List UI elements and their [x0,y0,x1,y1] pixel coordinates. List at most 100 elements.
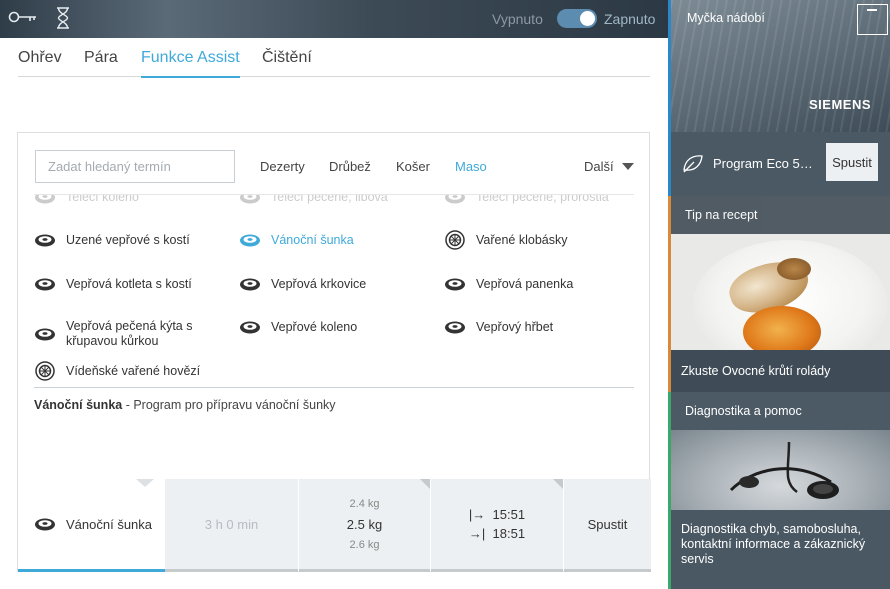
program-settings-bar: Vánoční šunka 3 h 0 min 2.4 kg 2.5 kg 2.… [18,479,651,572]
top-bar: Vypnuto Zapnuto [0,0,668,38]
program-label: Telecí koleno [66,195,139,204]
key-icon[interactable] [8,8,38,28]
weight-value: 2.5 kg [346,516,383,532]
program-description: Vánoční šunka - Program pro přípravu ván… [34,398,336,412]
start-button[interactable]: Spustit [564,479,651,572]
program-item[interactable]: Vepřové koleno [239,319,439,335]
category-koser[interactable]: Košer [396,159,430,174]
end-time-row: →| 18:51 [469,526,525,541]
diagnostics-header: Diagnostika a pomoc [671,392,890,430]
more-label: Další [584,159,614,174]
program-item[interactable]: Telecí pečeně, prorostlá [444,195,634,205]
program-label: Vepřový hřbet [476,319,554,334]
meat-icon [239,195,261,205]
category-drubez[interactable]: Drůbež [329,159,371,174]
weight-prev[interactable]: 2.4 kg [350,498,380,510]
meat-icon [34,195,56,205]
diagnostics-text: Diagnostika chyb, samobosluha, kontaktní… [681,522,866,566]
meat-icon [34,232,56,248]
start-time-icon: |→ [468,507,486,522]
selected-program[interactable]: Vánoční šunka [18,479,165,572]
power-on-label[interactable]: Zapnuto [604,11,655,27]
recipe-footer: Zkuste Ovocné krůtí rolády [671,350,890,392]
tab-funkce-assist[interactable]: Funkce Assist [141,49,240,78]
weight-setting[interactable]: 2.4 kg 2.5 kg 2.6 kg [299,479,430,572]
weight-next[interactable]: 2.6 kg [350,539,380,551]
program-item[interactable]: Vepřový hřbet [444,319,634,335]
program-label: Telecí pečeně, libová [271,195,388,204]
eco-program-label: Program Eco 5… [713,156,813,171]
dishwasher-tile[interactable]: Myčka nádobí SIEMENS [671,0,890,132]
program-item[interactable]: Vepřová kotleta s kostí [34,276,234,292]
corner-marker [420,479,430,489]
meat-icon [239,319,261,335]
oven-panel: Vypnuto Zapnuto Ohřev Pára Funkce Assist… [0,0,668,589]
recipe-food-image [777,258,811,280]
tab-cisteni[interactable]: Čištění [262,49,312,77]
diagnostics-footer: Diagnostika chyb, samobosluha, kontaktní… [671,510,890,589]
selected-program-label: Vánoční šunka [66,516,153,532]
start-time-row: |→ 15:51 [469,507,525,522]
description-text: - Program pro přípravu vánoční šunky [122,398,336,412]
program-item[interactable]: Vepřová krkovice [239,276,439,292]
program-label: Vepřová krkovice [271,276,367,291]
assist-card: Dezerty Drůbež Košer Maso Další Telecí k… [17,132,651,572]
time-setting[interactable]: |→ 15:51 →| 18:51 [431,479,563,572]
program-label: Vídeňské vařené hovězí [66,363,201,378]
pot-icon [444,230,466,250]
headset-image [671,430,890,510]
recipe-header: Tip na recept [671,196,890,234]
sidebar: Myčka nádobí SIEMENS Program Eco 5… Spus… [671,0,890,589]
diagnostics-tile[interactable]: Diagnostika a pomoc Diagnostika chyb, sa… [671,392,890,589]
category-dezerty[interactable]: Dezerty [260,159,305,174]
end-time-icon: →| [468,526,486,541]
program-label: Vařené klobásky [476,232,568,247]
program-label: Uzené vepřové s kostí [66,232,190,247]
duration-value: 3 h 0 min [204,516,259,532]
program-item[interactable]: Vepřová pečená kýta s křupavou kůrkou [34,319,234,349]
meat-icon [34,276,56,292]
mode-tabs: Ohřev Pára Funkce Assist Čištění [18,47,650,78]
brand-logo: SIEMENS [809,97,872,112]
power-toggle[interactable] [557,9,597,28]
category-maso[interactable]: Maso [455,159,487,174]
program-item[interactable]: Uzené vepřové s kostí [34,232,234,248]
program-label: Vepřová pečená kýta s křupavou kůrkou [66,319,193,348]
power-off-label[interactable]: Vypnuto [492,11,543,27]
program-label: Vepřová panenka [476,276,574,291]
meat-icon [444,319,466,335]
start-time: 15:51 [492,507,526,522]
start-button-label: Spustit [587,516,628,532]
appliance-title: Myčka nádobí [687,11,765,25]
meat-icon [239,232,261,248]
program-item[interactable]: Vepřová panenka [444,276,634,292]
tab-ohrev[interactable]: Ohřev [18,49,62,77]
meat-icon [34,517,56,531]
corner-marker [553,479,563,489]
end-time: 18:51 [492,526,526,541]
more-categories-button[interactable]: Další [584,159,634,174]
eco-program-tile: Program Eco 5… Spustit [671,132,890,196]
recipe-text: Zkuste Ovocné krůtí rolády [681,364,831,378]
tab-para[interactable]: Pára [84,49,118,77]
program-item[interactable]: Telecí koleno [34,195,234,205]
diagnostics-header-label: Diagnostika a pomoc [685,404,802,418]
program-label: Vepřové koleno [271,319,358,334]
hourglass-icon[interactable] [56,7,70,33]
eco-start-button[interactable]: Spustit [826,143,878,181]
program-list: Telecí koleno Telecí pečeně, libová Telecí… [34,195,634,390]
chevron-down-icon [621,163,634,170]
duration-setting[interactable]: 3 h 0 min [165,479,298,572]
pointer-notch [136,479,154,487]
program-item[interactable]: Vídeňské vařené hovězí [34,361,234,381]
dishwasher-icon [857,4,888,35]
recipe-tip-tile[interactable]: Tip na recept Zkuste Ovocné krůtí rolády [671,196,890,392]
program-item[interactable]: Telecí pečeně, libová [239,195,439,205]
program-item[interactable]: Vařené klobásky [444,230,634,250]
search-input[interactable] [35,150,235,183]
meat-icon [34,326,56,342]
program-item[interactable]: Vánoční šunka [239,232,439,248]
program-label: Vánoční šunka [271,232,354,247]
description-name: Vánoční šunka [34,398,123,412]
leaf-icon [682,153,704,178]
